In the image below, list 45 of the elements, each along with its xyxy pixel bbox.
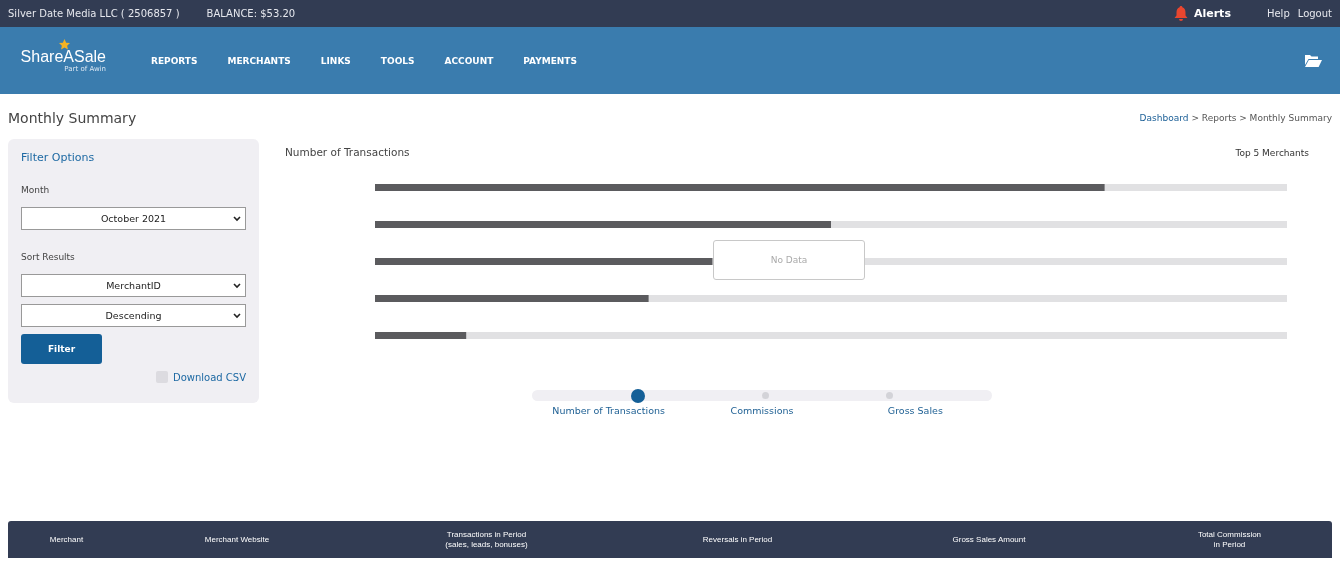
breadcrumb-link[interactable]: Dashboard	[1139, 113, 1189, 123]
view-dot[interactable]	[762, 392, 769, 399]
breadcrumb-text: > Reports > Monthly Summary	[1191, 113, 1332, 123]
column-header[interactable]: Reversals in Period	[624, 534, 851, 545]
nav-link[interactable]: REPORTS	[151, 55, 198, 66]
nav-link[interactable]: MERCHANTS	[227, 55, 291, 66]
view-tab[interactable]: Gross Sales	[840, 405, 991, 416]
field-label: Month	[21, 185, 51, 195]
caret-icon	[233, 283, 241, 289]
folder-icon[interactable]	[1305, 54, 1322, 67]
caret-icon	[233, 216, 241, 222]
month-select[interactable]: October 2021	[21, 207, 246, 230]
view-tab[interactable]: Commissions	[687, 405, 837, 416]
bell-icon	[1173, 6, 1188, 21]
caret-icon	[233, 313, 241, 319]
view-slider-track[interactable]	[532, 390, 992, 401]
top-link[interactable]: Help	[1266, 8, 1290, 19]
top-link[interactable]: Logout	[1297, 8, 1332, 19]
column-header[interactable]: Gross Sales Amount	[851, 534, 1127, 545]
panel-title: Filter Options	[21, 151, 96, 164]
chart-title: Number of Transactions	[285, 146, 410, 158]
column-header[interactable]: Transactions in Period (sales, leads, bonuses)	[349, 529, 624, 550]
page-title: Monthly Summary	[8, 110, 137, 126]
account-name: Silver Date Media LLC ( 2506857 )	[8, 8, 180, 19]
nav-link[interactable]: ACCOUNT	[444, 55, 494, 66]
sort-select[interactable]: MerchantID	[21, 274, 246, 297]
alerts-link[interactable]: Alerts	[1173, 6, 1231, 21]
column-header[interactable]: Merchant Website	[125, 534, 349, 545]
view-dot[interactable]	[630, 388, 645, 403]
nav-link[interactable]: PAYMENTS	[523, 55, 577, 66]
no-data-message: No Data	[713, 240, 865, 280]
logo-text: ShareASale	[20, 48, 106, 65]
order-select[interactable]: Descending	[21, 304, 246, 327]
field-label: Sort Results	[21, 252, 76, 262]
filter-button[interactable]: Filter	[21, 334, 102, 364]
view-tab[interactable]: Number of Transactions	[533, 405, 684, 416]
nav-link[interactable]: LINKS	[320, 55, 351, 66]
chart-subtitle: Top 5 Merchants	[1235, 148, 1309, 158]
balance: BALANCE: $53.20	[206, 8, 296, 19]
column-header[interactable]: Merchant	[8, 534, 125, 545]
star-icon	[59, 39, 70, 50]
column-header[interactable]: Total Commission in Period	[1127, 529, 1332, 550]
nav-link[interactable]: TOOLS	[380, 55, 415, 66]
view-dot[interactable]	[886, 392, 894, 399]
download-link[interactable]: Download CSV	[172, 371, 246, 383]
